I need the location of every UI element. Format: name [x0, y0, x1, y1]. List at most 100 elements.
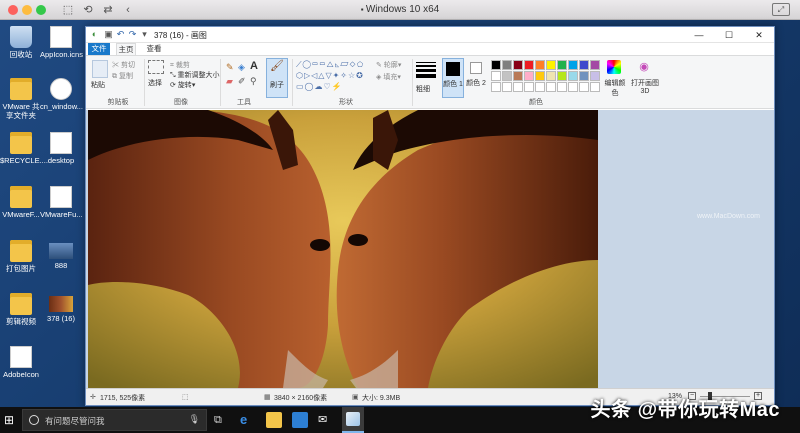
palette-swatch-empty[interactable]: [513, 82, 523, 92]
image-canvas[interactable]: [88, 110, 598, 388]
pencil-icon[interactable]: ✎: [226, 62, 234, 73]
palette-swatch[interactable]: [524, 71, 534, 81]
desktop-icon-vmware-shared[interactable]: VMware 共享文件夹: [0, 78, 42, 120]
palette-swatch[interactable]: [491, 71, 501, 81]
desktop-icon-recycle-folder[interactable]: $RECYCLE....: [0, 132, 48, 165]
palette-swatch[interactable]: [579, 60, 589, 70]
canvas-area[interactable]: [86, 110, 774, 388]
eraser-icon[interactable]: ▰: [226, 76, 233, 87]
palette-swatch-empty[interactable]: [491, 82, 501, 92]
palette-swatch-empty[interactable]: [579, 82, 589, 92]
resize-button[interactable]: ⤡ 重新调整大小: [170, 70, 220, 80]
paint3d-icon[interactable]: ◉: [637, 60, 651, 74]
copy-button[interactable]: ⧉ 复制: [112, 71, 133, 81]
select-button[interactable]: 选择: [148, 78, 162, 88]
mail-icon[interactable]: ✉: [318, 412, 334, 428]
palette-swatch[interactable]: [546, 71, 556, 81]
palette-swatch-empty[interactable]: [535, 82, 545, 92]
palette-swatch-empty[interactable]: [590, 82, 600, 92]
fill-button[interactable]: ◈ 填充▾: [376, 72, 401, 82]
file-icon: [50, 26, 72, 48]
desktop-icon-recycle-bin[interactable]: 回收站: [0, 26, 42, 59]
desktop-icon-desktop[interactable]: desktop: [40, 132, 82, 165]
palette-swatch[interactable]: [513, 60, 523, 70]
palette-swatch[interactable]: [568, 71, 578, 81]
palette-swatch-empty[interactable]: [502, 82, 512, 92]
cut-button[interactable]: ✂ 剪切: [112, 60, 135, 70]
color1-button[interactable]: 颜色 1: [442, 58, 464, 98]
ribbon-separator: [292, 59, 293, 106]
size-button[interactable]: 粗细: [416, 84, 430, 94]
palette-swatch[interactable]: [535, 60, 545, 70]
palette-swatch-empty[interactable]: [568, 82, 578, 92]
redo-icon[interactable]: ↷: [127, 29, 138, 40]
undo-icon[interactable]: ↶: [115, 29, 126, 40]
palette-swatch[interactable]: [590, 71, 600, 81]
palette-swatch[interactable]: [546, 60, 556, 70]
shapes-gallery[interactable]: ⟋◯▭▭△◺▱◇⬠ ⬡▷◁△▽✦✧☆✪ ▭◯☁♡⚡: [296, 59, 374, 95]
palette-swatch[interactable]: [557, 60, 567, 70]
palette-swatch[interactable]: [579, 71, 589, 81]
palette-swatch[interactable]: [513, 71, 523, 81]
tab-file[interactable]: 文件: [88, 43, 110, 55]
desktop-icon-vmwarefu[interactable]: VMwareFu...: [40, 186, 83, 219]
brushes-button[interactable]: 🖌 刷子: [266, 58, 288, 98]
rotate-button[interactable]: ⟳ 旋转▾: [170, 80, 195, 90]
file-size-icon: ▣: [352, 394, 359, 401]
image-group-label: 图像: [174, 99, 188, 106]
search-box[interactable]: 有问题尽管问我 🎙: [22, 409, 207, 431]
tab-home[interactable]: 主页: [116, 43, 136, 55]
minimize-button[interactable]: —: [684, 27, 714, 43]
outline-button[interactable]: ✎ 轮廓▾: [376, 60, 401, 70]
desktop-icon-pack-images[interactable]: 打包图片: [0, 240, 42, 273]
desktop-icon-cn-windows[interactable]: cn_window...: [40, 78, 83, 111]
fill-icon[interactable]: ◈: [238, 62, 245, 73]
tab-view[interactable]: 查看: [144, 43, 164, 55]
maximize-button[interactable]: ☐: [714, 27, 744, 43]
palette-swatch[interactable]: [502, 71, 512, 81]
palette-swatch-empty[interactable]: [546, 82, 556, 92]
edit-colors-button[interactable]: 编辑颜色: [603, 78, 627, 98]
paste-icon[interactable]: [92, 60, 108, 78]
color-picker-icon[interactable]: ✐: [238, 76, 246, 87]
image-dimensions: 3840 × 2160像素: [274, 395, 328, 402]
desktop-icon-edit-video[interactable]: 剪辑视频: [0, 293, 42, 326]
task-view-icon[interactable]: ⧉: [214, 412, 230, 428]
edit-colors-icon[interactable]: [607, 60, 621, 74]
palette-swatch-empty[interactable]: [524, 82, 534, 92]
palette-swatch[interactable]: [491, 60, 501, 70]
microphone-icon[interactable]: 🎙: [189, 414, 200, 425]
edge-icon[interactable]: e: [240, 412, 256, 428]
crop-button[interactable]: ⌗ 裁剪: [170, 60, 190, 70]
paint-taskbar-button[interactable]: [342, 407, 364, 433]
store-icon[interactable]: [292, 412, 308, 428]
select-icon[interactable]: [148, 60, 164, 74]
desktop-icon-adobeicon[interactable]: AdobeIcon: [0, 346, 42, 379]
magnifier-icon[interactable]: ⚲: [250, 76, 257, 87]
close-button[interactable]: ✕: [744, 27, 774, 43]
vm-fullscreen-button[interactable]: ⤢: [772, 3, 790, 16]
palette-swatch[interactable]: [557, 71, 567, 81]
palette-swatch[interactable]: [502, 60, 512, 70]
size-icon[interactable]: [416, 60, 436, 80]
open-paint3d-button[interactable]: 打开画图 3D: [631, 78, 659, 95]
paste-button[interactable]: 粘贴: [91, 80, 105, 90]
ribbon: 粘贴 ✂ 剪切 ⧉ 复制 剪贴板 选择 ⌗ 裁剪 ⤡ 重新调整大小 ⟳ 旋转▾ …: [86, 55, 774, 109]
recycle-bin-icon: [10, 26, 32, 48]
text-icon[interactable]: A: [250, 60, 258, 72]
desktop-icon-appicon[interactable]: AppIcon.icns: [40, 26, 83, 59]
customize-toolbar-icon[interactable]: ▾: [139, 29, 150, 40]
palette-swatch[interactable]: [524, 60, 534, 70]
palette-swatch[interactable]: [590, 60, 600, 70]
desktop-icon-vmwaref[interactable]: VMwareF...: [0, 186, 42, 219]
desktop-icon-888[interactable]: 888: [40, 240, 82, 270]
palette-swatch[interactable]: [535, 71, 545, 81]
palette-swatch[interactable]: [568, 60, 578, 70]
desktop-icon-378[interactable]: 378 (16): [40, 293, 82, 323]
palette-swatch-empty[interactable]: [557, 82, 567, 92]
windows-start-icon[interactable]: ⊞: [4, 412, 20, 428]
horses-image: [88, 110, 598, 388]
save-icon[interactable]: ▣: [103, 29, 114, 40]
file-explorer-icon[interactable]: [266, 412, 282, 428]
color2-button[interactable]: 颜色 2: [466, 58, 486, 98]
